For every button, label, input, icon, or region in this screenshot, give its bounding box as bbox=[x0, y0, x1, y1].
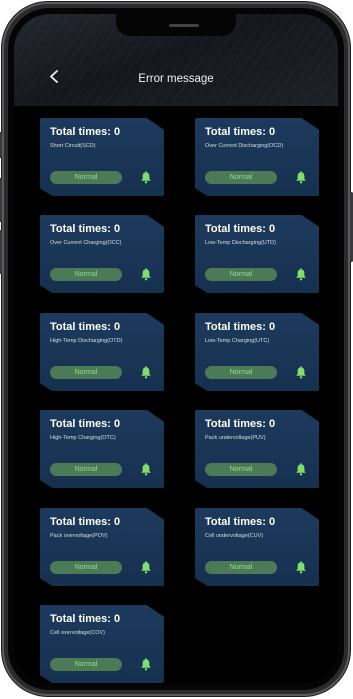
volume-down-button bbox=[0, 230, 2, 274]
bell-icon bbox=[296, 366, 306, 379]
error-card: Total times: 0 High-Temp Charging(OTC) Nor… bbox=[40, 410, 164, 488]
error-card: Total times: 0 Over Current Charging(OCC)… bbox=[40, 215, 164, 293]
card-total-times: Total times: 0 bbox=[205, 516, 276, 528]
card-error-type: Cell overvoltage(COV) bbox=[50, 630, 106, 636]
card-error-type: Pack undervoltage(PUV) bbox=[205, 435, 266, 441]
card-total-times: Total times: 0 bbox=[205, 418, 276, 430]
bell-icon bbox=[141, 268, 151, 281]
card-total-times: Total times: 0 bbox=[50, 223, 121, 235]
card-error-type: Low-Temp Charging(UTC) bbox=[205, 338, 270, 344]
card-error-type: Over Current Discharging(OCD) bbox=[205, 143, 284, 149]
status-badge: Normal bbox=[50, 463, 122, 476]
status-badge: Normal bbox=[50, 366, 122, 379]
card-error-type: Over Current Charging(OCC) bbox=[50, 240, 122, 246]
card-error-type: Short Circuit(SCD) bbox=[50, 143, 96, 149]
bell-icon bbox=[141, 366, 151, 379]
card-total-times: Total times: 0 bbox=[50, 321, 121, 333]
status-badge: Normal bbox=[205, 268, 277, 281]
card-error-type: Low-Temp Discharging(UTD) bbox=[205, 240, 276, 246]
status-badge: Normal bbox=[205, 561, 277, 574]
status-badge: Normal bbox=[205, 171, 277, 184]
volume-up-button bbox=[0, 178, 2, 222]
card-total-times: Total times: 0 bbox=[205, 126, 276, 138]
error-card: Total times: 0 Over Current Discharging(O… bbox=[195, 118, 319, 196]
bell-icon bbox=[141, 658, 151, 671]
card-total-times: Total times: 0 bbox=[50, 418, 121, 430]
card-total-times: Total times: 0 bbox=[50, 613, 121, 625]
bell-icon bbox=[296, 268, 306, 281]
card-error-type: Cell undervoltage(CUV) bbox=[205, 533, 264, 539]
bell-icon bbox=[296, 171, 306, 184]
bell-icon bbox=[141, 463, 151, 476]
card-error-type: High-Temp Charging(OTC) bbox=[50, 435, 116, 441]
card-total-times: Total times: 0 bbox=[205, 321, 276, 333]
card-error-type: High-Temp Discharging(OTD) bbox=[50, 338, 123, 344]
status-badge: Normal bbox=[50, 268, 122, 281]
error-card: Total times: 0 High-Temp Discharging(OTD)… bbox=[40, 313, 164, 391]
error-card: Total times: 0 Low-Temp Charging(UTC) Norm… bbox=[195, 313, 319, 391]
card-total-times: Total times: 0 bbox=[205, 223, 276, 235]
phone-frame: Error message Total times: 0 Short Circui… bbox=[0, 2, 353, 696]
status-badge: Normal bbox=[205, 366, 277, 379]
page-title: Error message bbox=[138, 73, 214, 85]
card-total-times: Total times: 0 bbox=[50, 126, 121, 138]
speaker bbox=[169, 24, 199, 27]
status-badge: Normal bbox=[50, 171, 122, 184]
error-card: Total times: 0 Pack undervoltage(PUV) Norm… bbox=[195, 410, 319, 488]
bell-icon bbox=[296, 561, 306, 574]
error-card: Total times: 0 Low-Temp Discharging(UTD) N… bbox=[195, 215, 319, 293]
error-card: Total times: 0 Short Circuit(SCD) Normal bbox=[40, 118, 164, 196]
error-card: Total times: 0 Cell overvoltage(COV) Norma… bbox=[40, 605, 164, 683]
mute-switch bbox=[0, 132, 2, 158]
error-card: Total times: 0 Cell undervoltage(CUV) Norm… bbox=[195, 508, 319, 586]
status-badge: Normal bbox=[205, 463, 277, 476]
card-error-type: Pack overvoltage(POV) bbox=[50, 533, 108, 539]
bell-icon bbox=[141, 171, 151, 184]
status-badge: Normal bbox=[50, 658, 122, 671]
status-badge: Normal bbox=[50, 561, 122, 574]
bell-icon bbox=[141, 561, 151, 574]
app-screen: Error message Total times: 0 Short Circui… bbox=[14, 14, 338, 684]
bell-icon bbox=[296, 463, 306, 476]
card-total-times: Total times: 0 bbox=[50, 516, 121, 528]
error-card: Total times: 0 Pack overvoltage(POV) Norma… bbox=[40, 508, 164, 586]
